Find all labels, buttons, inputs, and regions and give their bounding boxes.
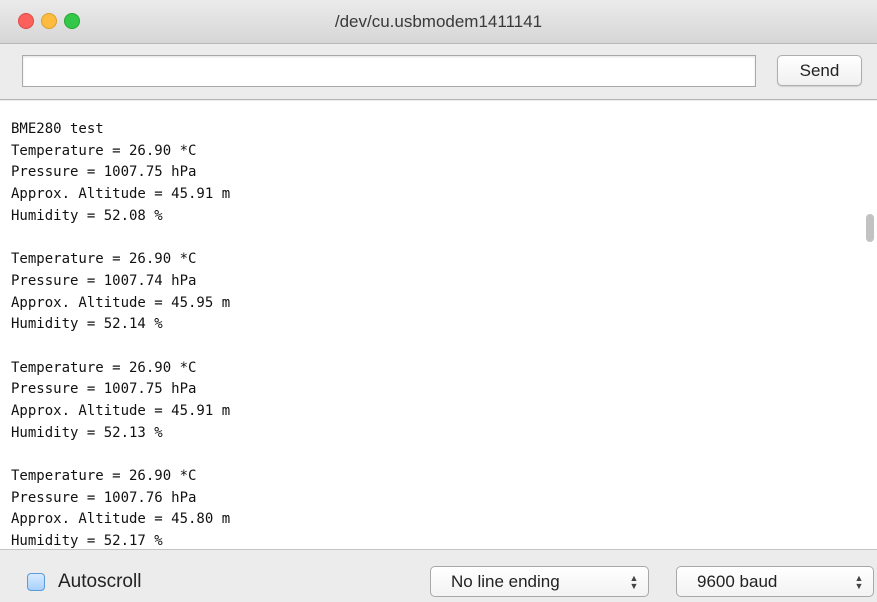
vertical-scrollbar-thumb[interactable] (866, 214, 874, 242)
line-ending-value: No line ending (451, 572, 560, 591)
send-toolbar: Send (0, 44, 877, 100)
serial-input[interactable] (22, 55, 756, 87)
baud-rate-stepper-icon: ▲ ▼ (854, 573, 864, 591)
autoscroll-checkbox[interactable] (27, 573, 45, 591)
output-text: BME280 test Temperature = 26.90 *C Pressur… (11, 119, 851, 550)
output-line: Temperature = 26.90 *C (11, 142, 197, 159)
window-title: /dev/cu.usbmodem1411141 (334, 12, 543, 31)
title-bar: /dev/cu.usbmodem1411141 (0, 0, 877, 44)
status-bar: Autoscroll No line ending ▲ ▼ 9600 baud ▲… (0, 551, 877, 602)
output-line: Pressure = 1007.76 hPa (11, 489, 197, 506)
output-line: Pressure = 1007.74 hPa (11, 272, 197, 289)
output-line: Temperature = 26.90 *C (11, 251, 197, 268)
send-button[interactable]: Send (777, 55, 862, 86)
output-line: Temperature = 26.90 *C (11, 468, 197, 484)
output-line: Temperature = 26.90 *C (11, 359, 197, 376)
output-line: Humidity = 52.08 % (11, 207, 163, 224)
line-ending-select[interactable]: No line ending ▲ ▼ (430, 566, 649, 597)
output-line: BME280 test (11, 121, 104, 137)
output-line: Approx. Altitude = 45.80 m (11, 511, 231, 528)
baud-rate-select[interactable]: 9600 baud ▲ ▼ (676, 566, 874, 597)
output-line: Humidity = 52.14 % (11, 316, 163, 333)
serial-output[interactable]: BME280 test Temperature = 26.90 *C Pressur… (0, 101, 877, 550)
autoscroll-label[interactable]: Autoscroll (58, 571, 141, 593)
output-line: Approx. Altitude = 45.91 m (11, 186, 231, 203)
output-line: Pressure = 1007.75 hPa (11, 381, 197, 398)
output-line: Humidity = 52.17 % (11, 533, 163, 550)
output-line: Approx. Altitude = 45.95 m (11, 294, 231, 311)
output-line: Humidity = 52.13 % (11, 424, 163, 441)
output-line: Approx. Altitude = 45.91 m (11, 402, 231, 419)
line-ending-stepper-icon: ▲ ▼ (629, 573, 639, 591)
output-line: Pressure = 1007.75 hPa (11, 164, 197, 181)
baud-rate-value: 9600 baud (697, 572, 778, 591)
